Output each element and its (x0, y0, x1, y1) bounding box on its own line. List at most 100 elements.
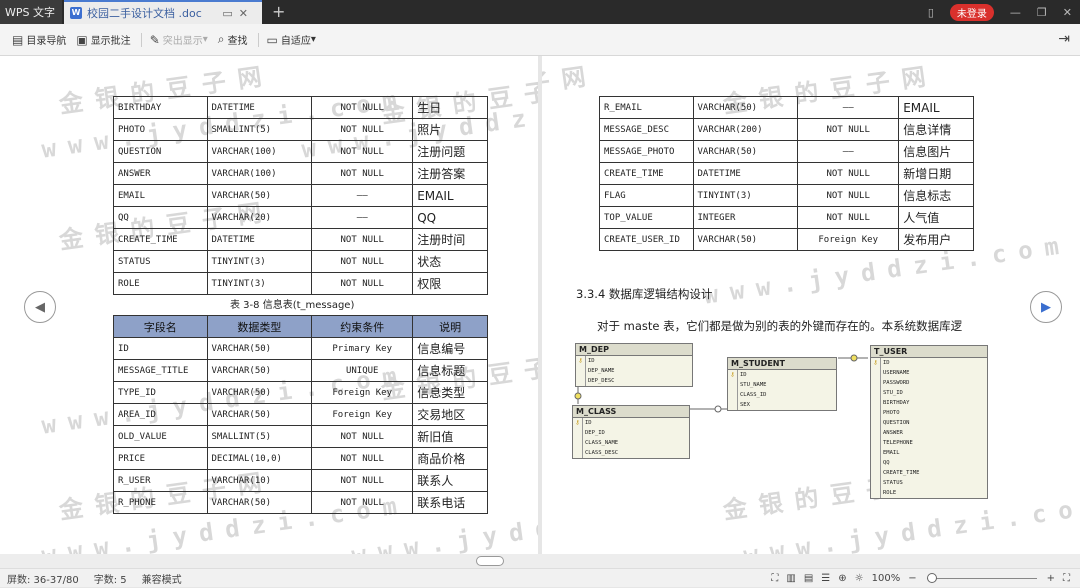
zoom-out-icon[interactable]: − (908, 573, 916, 584)
tab-wps-home[interactable]: WPS 文字 (0, 0, 62, 24)
fit-page-icon[interactable]: ⛶ (1063, 573, 1070, 584)
page-view-icon[interactable]: ▤ (804, 573, 813, 584)
find-button[interactable]: ⌕ 查找 (218, 32, 248, 47)
web-view-icon[interactable]: ⊕ (838, 573, 846, 584)
entity-field: BIRTHDAY (871, 398, 987, 408)
key-icon: ⚷ (576, 356, 586, 366)
highlight-button[interactable]: ✎ 突出显示 ▾ (149, 32, 208, 48)
table-cell: 注册答案 (412, 162, 488, 185)
key-icon (573, 428, 583, 438)
page-right: 金银的豆子网 金银的豆子网 www.jyddzi.com 金银的豆子网 www.… (542, 56, 1080, 554)
entity-field: PHOTO (871, 408, 987, 418)
table-cell: 商品价格 (412, 447, 488, 470)
table-row: STATUS TINYINT(3) NOT NULL 状态 (113, 250, 488, 273)
table-cell: NOT NULL (311, 96, 414, 119)
entity-field: CLASS_ID (728, 390, 836, 400)
field-name: PASSWORD (883, 380, 910, 386)
entity-title: M_CLASS (573, 406, 689, 418)
field-name: STU_NAME (740, 382, 767, 388)
key-icon (576, 376, 586, 386)
comment-icon: ▣ (76, 32, 88, 47)
table-cell: EMAIL (113, 184, 208, 207)
entity-field: EMAIL (871, 448, 987, 458)
table-cell: VARCHAR(50) (206, 337, 313, 360)
entity-field: STU_ID (871, 388, 987, 398)
entity-field: STATUS (871, 478, 987, 488)
key-icon (871, 368, 881, 378)
field-name: TELEPHONE (883, 440, 913, 446)
table-cell: UNIQUE (311, 359, 414, 382)
entity-field: STU_NAME (728, 380, 836, 390)
toc-nav-button[interactable]: ▤ 目录导航 (12, 32, 66, 48)
reader-toolbar: ▤ 目录导航 ▣ 显示批注 ✎ 突出显示 ▾ ⌕ 查找 ▭ 自适应 ▾ (0, 24, 1080, 56)
zoom-slider-handle[interactable] (926, 573, 937, 583)
table-cell: NOT NULL (311, 250, 414, 273)
table-cell: CREATE_TIME (113, 228, 208, 251)
field-name: USERNAME (883, 370, 910, 376)
table-cell: EMAIL (412, 184, 488, 207)
field-name: DEP_ID (585, 430, 605, 436)
key-icon: ⚷ (871, 358, 881, 368)
key-icon (871, 488, 881, 498)
column-header: 字段名 (113, 315, 208, 338)
page-left: 金银的豆子网 www.jyddzi.com 金银的豆子网 www.jyddzi.… (0, 56, 538, 554)
key-icon (573, 448, 583, 458)
entity-field: CLASS_DESC (573, 448, 689, 458)
divider (257, 32, 259, 47)
message-table: 字段名 数据类型 约束条件 说明 ID VARCHAR(50) Primary Key 信息编… (113, 315, 488, 514)
scroll-thumb[interactable] (476, 556, 504, 566)
fit-button[interactable]: ▭ 自适应 ▾ (267, 32, 316, 48)
table-cell: NOT NULL (311, 447, 414, 470)
next-page-button[interactable]: ▶ (1030, 291, 1062, 323)
entity-field: SEX (728, 400, 836, 410)
zoom-in-icon[interactable]: + (1047, 573, 1055, 584)
table-cell: 联系人 (412, 469, 488, 492)
show-comments-button[interactable]: ▣ 显示批注 (76, 32, 130, 48)
table-cell: NOT NULL (311, 118, 414, 141)
table-cell: VARCHAR(100) (206, 140, 313, 163)
entity-field: ⚷ ID (573, 418, 689, 428)
tab-document[interactable]: W 校园二手设计文档 .doc ▭✕ (64, 0, 262, 24)
fullscreen-icon[interactable]: ⛶ (771, 573, 778, 584)
entity-field: ROLE (871, 488, 987, 498)
key-icon (871, 418, 881, 428)
entity-m-student: M_STUDENT ⚷ ID STU_NAME CLASS_ID SEX (727, 357, 837, 411)
table-cell: VARCHAR(50) (206, 381, 313, 404)
login-button[interactable]: 未登录 (949, 3, 994, 21)
field-name: CLASS_DESC (585, 450, 619, 456)
table-caption: 表 3-8 信息表(t_message) (230, 300, 355, 311)
table-cell: —— (311, 206, 414, 229)
table-cell: VARCHAR(20) (206, 206, 313, 229)
table-row: R_PHONE VARCHAR(50) NOT NULL 联系电话 (113, 491, 488, 514)
table-cell: NOT NULL (311, 272, 414, 295)
table-cell: DATETIME (206, 96, 313, 119)
table-cell: DATETIME (206, 228, 313, 251)
reading-view-icon[interactable]: ▥ (786, 573, 795, 584)
table-cell: DECIMAL(10,0) (206, 447, 313, 470)
table-cell: ROLE (113, 272, 208, 295)
entity-field: TELEPHONE (871, 438, 987, 448)
minimize-icon[interactable]: — (1010, 6, 1021, 19)
table-cell: NOT NULL (311, 469, 414, 492)
table-row: OLD_VALUE SMALLINT(5) NOT NULL 新旧值 (113, 425, 488, 448)
close-icon[interactable]: ✕ (1063, 6, 1072, 19)
user-table-continued: BIRTHDAY DATETIME NOT NULL 生日 PHOTO SMALLINT(… (113, 96, 488, 295)
tab-controls[interactable]: ▭✕ (222, 7, 254, 20)
field-name: ID (585, 420, 592, 426)
field-name: SEX (740, 402, 750, 408)
prev-page-button[interactable]: ◀ (24, 291, 56, 323)
new-tab-icon[interactable]: + (272, 0, 285, 24)
field-name: ROLE (883, 490, 897, 496)
table-cell: TINYINT(3) (206, 250, 313, 273)
layout-icon[interactable]: ▯ (928, 6, 934, 19)
compat-mode: 兼容模式 (141, 574, 182, 586)
highlight-icon: ✎ (149, 32, 160, 47)
outline-view-icon[interactable]: ☰ (821, 573, 830, 584)
zoom-slider[interactable] (926, 573, 1037, 583)
exit-reading-icon[interactable]: ⇥ (1058, 31, 1070, 47)
eye-protect-icon[interactable]: ☼ (855, 573, 864, 584)
horizontal-scrollbar[interactable] (0, 554, 1080, 568)
restore-icon[interactable]: ❐ (1037, 6, 1047, 19)
table-cell: 生日 (412, 96, 488, 119)
zoom-level[interactable]: 100% (872, 573, 901, 584)
